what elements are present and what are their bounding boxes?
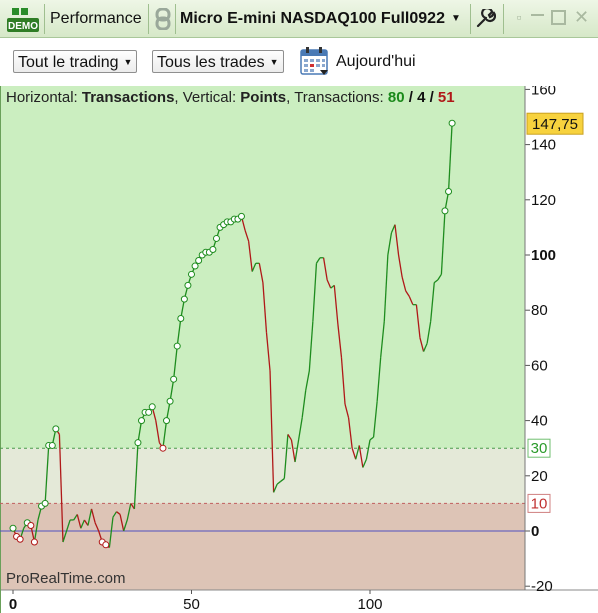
chevron-down-icon: ▼	[123, 57, 133, 67]
y-tick-label: 0	[531, 523, 539, 540]
trade-point	[145, 408, 153, 416]
trade-point	[138, 417, 146, 425]
trade-point	[102, 541, 110, 549]
zone-between-levels	[0, 448, 525, 504]
instrument-label: Micro E-mini NASDAQ100 Full0922	[180, 9, 445, 27]
winning-count: 80	[387, 89, 405, 106]
trade-point	[134, 439, 142, 447]
transactions-prefix: , Transactions:	[286, 89, 384, 106]
upper-level-label: 30	[531, 440, 548, 457]
date-label[interactable]: Aujourd'hui	[336, 53, 416, 71]
chevron-down-icon: ▼	[269, 57, 279, 67]
lower-level-label: 10	[531, 495, 548, 512]
trade-point	[191, 262, 199, 270]
minimize-icon[interactable]: ▫	[512, 10, 526, 24]
trade-point	[180, 295, 188, 303]
trade-point	[27, 521, 35, 529]
separator	[148, 4, 149, 34]
equity-chart[interactable]: 0 50 100 -20 0 20 40 60 80 100 120 140 160 30 10 147,7…	[0, 86, 598, 613]
demo-badge: DEMO	[7, 8, 39, 32]
wrench-icon[interactable]	[476, 0, 498, 37]
zone-above-upper	[0, 86, 525, 449]
chain-glyph	[155, 7, 171, 30]
trade-point	[184, 281, 192, 289]
y-tick-label: 40	[531, 413, 548, 430]
instrument-selector[interactable]: Micro E-mini NASDAQ100 Full0922 ▼	[180, 0, 461, 37]
y-tick-label: 20	[531, 468, 548, 485]
demo-badge-label: DEMO	[8, 21, 38, 32]
trade-point	[48, 441, 56, 449]
chart-info-line: Horizontal: Transactions, Vertical: Poin…	[6, 89, 455, 106]
trade-point	[41, 499, 49, 507]
panel-title: Performance	[50, 9, 142, 27]
demo-icon[interactable]: DEMO	[6, 0, 40, 37]
link-icon[interactable]	[153, 0, 173, 37]
trading-filter-dropdown[interactable]: Tout le trading ▼	[13, 50, 138, 73]
calendar-glyph	[300, 47, 328, 75]
vertical-prefix: , Vertical:	[174, 89, 237, 106]
close-icon[interactable]: ✕	[574, 8, 589, 26]
vertical-value: Points	[240, 89, 287, 106]
minimize-bar-icon[interactable]	[531, 14, 544, 16]
y-tick-label: 60	[531, 357, 548, 374]
trade-point	[212, 234, 220, 242]
trade-point	[445, 188, 453, 196]
trade-point	[177, 314, 185, 322]
count-separator: /	[429, 89, 434, 106]
trade-point	[188, 270, 195, 278]
y-tick-label: 100	[531, 247, 556, 264]
chevron-down-icon: ▼	[450, 13, 461, 24]
trade-point	[52, 425, 60, 433]
maximize-icon[interactable]	[551, 10, 566, 25]
neutral-count: 4	[417, 89, 426, 106]
horizontal-value: Transactions	[81, 89, 175, 106]
trade-point	[173, 342, 181, 350]
separator	[470, 4, 471, 34]
trade-point	[9, 524, 17, 532]
separator	[44, 4, 45, 34]
wrench-glyph	[476, 8, 496, 27]
x-tick-label: 0	[9, 596, 17, 613]
trade-point	[16, 535, 24, 543]
trade-point	[195, 257, 203, 265]
trades-filter-label: Tous les trades	[157, 54, 265, 71]
trade-point	[159, 444, 167, 452]
losing-count: 51	[437, 89, 455, 106]
trade-point	[448, 119, 456, 127]
y-tick-label: -20	[531, 578, 553, 595]
count-separator: /	[408, 89, 413, 106]
trade-point	[163, 417, 171, 425]
separator	[503, 4, 504, 34]
last-value-label: 147,75	[532, 116, 578, 133]
trade-point	[237, 212, 245, 220]
horizontal-prefix: Horizontal:	[6, 89, 78, 106]
trade-point	[170, 375, 178, 383]
y-tick-label: 80	[531, 302, 548, 319]
trades-filter-dropdown[interactable]: Tous les trades ▼	[152, 50, 284, 73]
trade-point	[30, 538, 38, 546]
watermark: ProRealTime.com	[6, 570, 126, 587]
toolbar: Tout le trading ▼ Tous les trades ▼	[0, 38, 598, 86]
y-tick-label: 120	[531, 192, 556, 209]
title-bar: DEMO Performance Micro E-mini NASDAQ100 …	[0, 0, 598, 38]
trading-filter-label: Tout le trading	[18, 54, 119, 71]
x-tick-label: 100	[357, 596, 382, 613]
trade-point	[441, 207, 449, 215]
y-tick-label: 160	[531, 86, 556, 98]
trade-point	[148, 403, 156, 411]
trade-point	[166, 397, 174, 405]
calendar-icon[interactable]	[300, 47, 330, 76]
trade-point	[209, 245, 217, 253]
y-tick-label: 140	[531, 137, 556, 154]
x-tick-label: 50	[183, 596, 200, 613]
separator	[175, 4, 176, 34]
